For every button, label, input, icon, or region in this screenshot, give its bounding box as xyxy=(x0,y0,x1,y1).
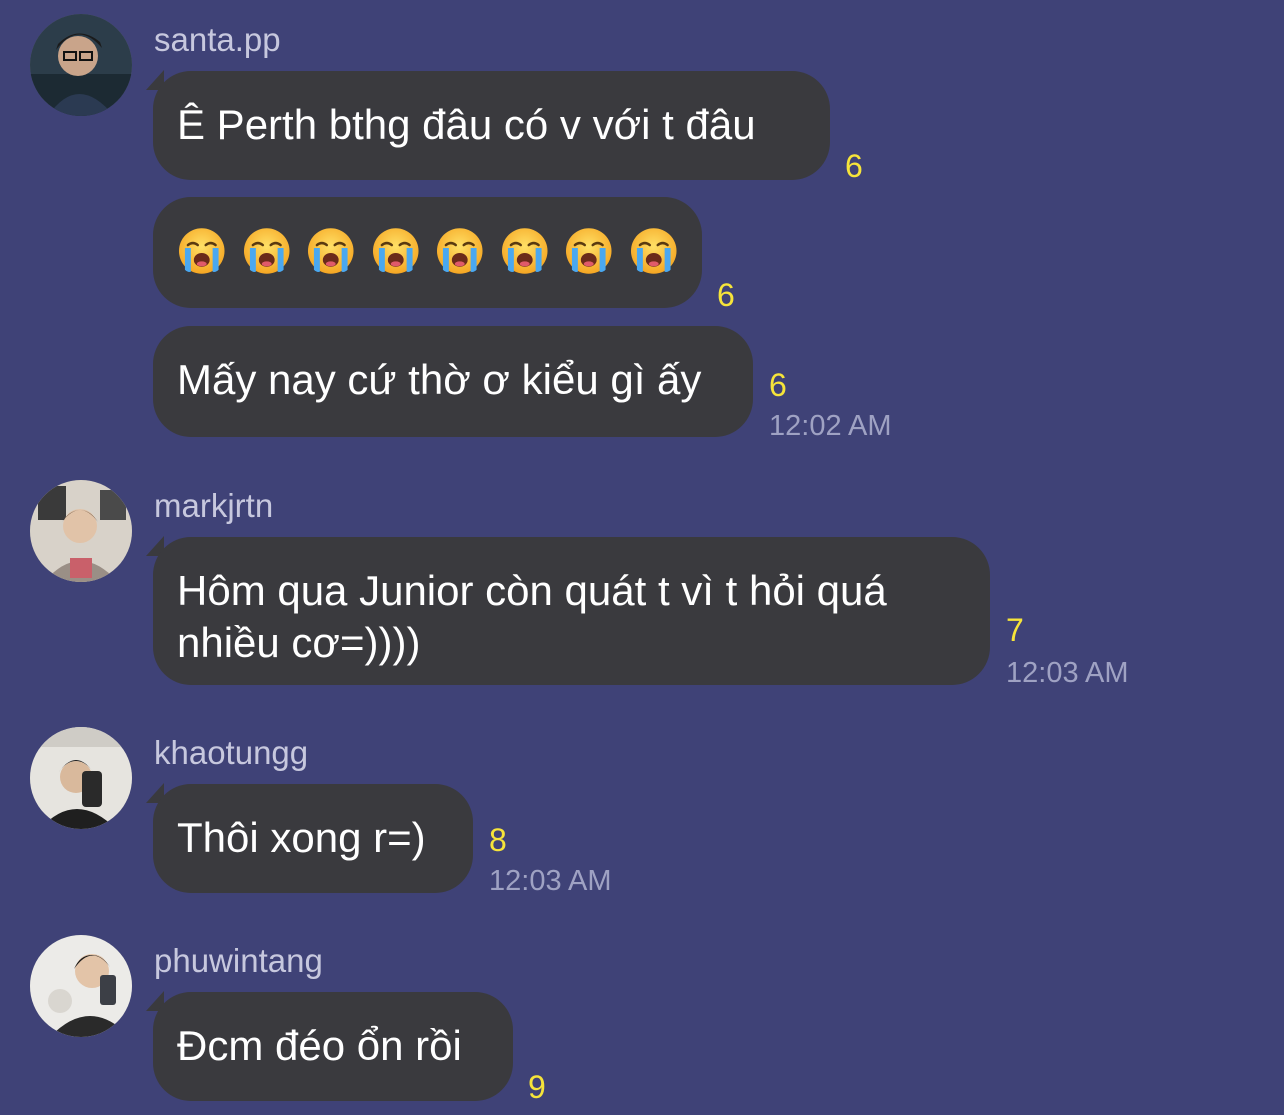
loudly-crying-face-icon xyxy=(243,228,290,274)
username-santa: santa.pp xyxy=(154,21,281,58)
loudly-crying-face-icon xyxy=(436,228,483,274)
avatar-markjrtn[interactable] xyxy=(30,480,132,582)
message-bubble[interactable]: Thôi xong r=) xyxy=(153,784,473,893)
username-phuwintang: phuwintang xyxy=(154,942,323,979)
message-bubble[interactable]: Ê Perth bthg đâu có v với t đâu xyxy=(153,71,830,180)
loudly-crying-face-icon xyxy=(307,228,354,274)
avatar-santa[interactable] xyxy=(30,14,132,116)
message-text: Đcm đéo ổn rồi xyxy=(177,1022,462,1069)
username-markjrtn: markjrtn xyxy=(154,487,274,524)
timestamp: 12:02 AM xyxy=(769,410,892,442)
message-bubble[interactable]: Hôm qua Junior còn quát t vì t hỏi quá n… xyxy=(153,537,990,685)
message-text: Hôm qua Junior còn quát t vì t hỏi quá n… xyxy=(177,567,887,666)
username-khaotungg: khaotungg xyxy=(154,734,309,771)
profile-photo-icon xyxy=(30,935,132,1037)
loudly-crying-face-icon xyxy=(178,228,225,274)
reaction-count: 7 xyxy=(1006,612,1024,648)
loudly-crying-face-icon xyxy=(565,228,612,274)
message-bubble-emoji[interactable] xyxy=(153,197,702,308)
avatar-phuwintang[interactable] xyxy=(30,935,132,1037)
timestamp: 12:03 AM xyxy=(1006,657,1129,689)
message-text: Thôi xong r=) xyxy=(177,814,426,861)
timestamp: 12:03 AM xyxy=(489,865,612,897)
message-bubble[interactable]: Đcm đéo ổn rồi xyxy=(153,992,513,1101)
message-bubble[interactable]: Mấy nay cứ thờ ơ kiểu gì ấy xyxy=(153,326,753,437)
message-text: Mấy nay cứ thờ ơ kiểu gì ấy xyxy=(177,356,702,403)
message-text: Ê Perth bthg đâu có v với t đâu xyxy=(177,101,756,148)
avatar-khaotungg[interactable] xyxy=(30,727,132,829)
profile-photo-icon xyxy=(30,14,132,116)
profile-photo-icon xyxy=(30,480,132,582)
loudly-crying-face-icon xyxy=(630,228,677,274)
loudly-crying-face-icon xyxy=(372,228,419,274)
emoji-row xyxy=(177,225,678,277)
reaction-count: 6 xyxy=(769,367,787,403)
reaction-count: 6 xyxy=(717,277,735,313)
reaction-count: 6 xyxy=(845,148,863,184)
profile-photo-icon xyxy=(30,727,132,829)
loudly-crying-face-icon xyxy=(501,228,548,274)
reaction-count: 8 xyxy=(489,822,507,858)
reaction-count: 9 xyxy=(528,1069,546,1105)
